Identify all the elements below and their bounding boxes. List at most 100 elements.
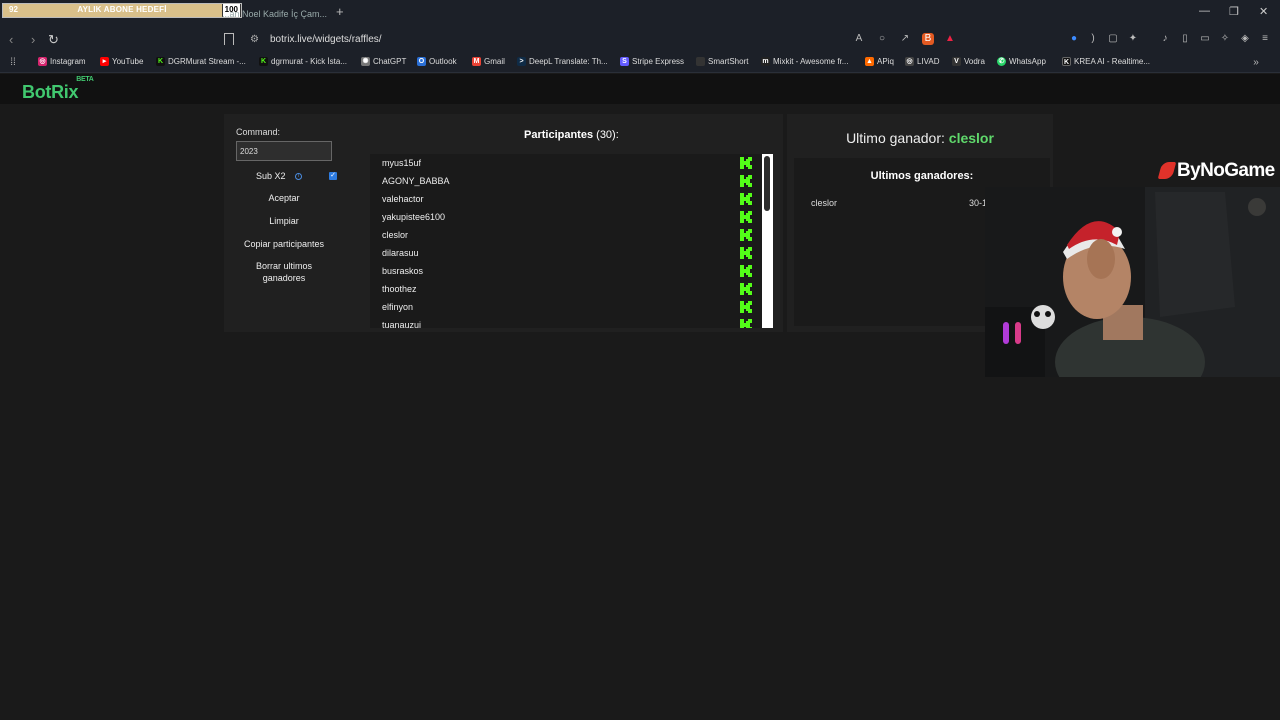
deepl-icon: > [517,57,526,66]
active-tab[interactable]: ...an Noel Kadife İç Çam... [222,5,327,23]
more-bookmarks-icon[interactable]: » [1250,57,1262,69]
back-icon[interactable]: ‹ [9,32,13,47]
bookmark-item[interactable]: M Gmail [472,57,505,66]
bynogame-logo-icon [1157,162,1177,179]
site-header: BotRixBETA [0,74,1280,104]
command-label: Command: [236,127,281,137]
browser-nav-bar: ‹ › ↻ ⚙ botrix.live/widgets/raffles/ A ○… [0,27,1280,53]
forward-icon[interactable]: › [31,32,35,47]
list-item: dilarasuu [382,244,752,262]
sidebar-icon[interactable]: ▯ [1179,33,1191,45]
participants-list[interactable]: myus15uf AGONY_BABBA valehactor yakupist… [370,154,773,328]
close-window-button[interactable]: ✕ [1259,5,1268,18]
bookmark-item[interactable]: ◎ Instagram [38,57,86,66]
info-icon[interactable]: i [295,173,302,180]
zoom-icon[interactable]: ○ [876,33,888,45]
winners-list-title: Ultimos ganadores: [870,170,974,182]
list-item: busraskos [382,262,752,280]
new-tab-button[interactable]: + [336,4,344,19]
participants-scrollbar[interactable] [762,154,773,328]
copy-participants-button[interactable]: Copiar participantes [236,238,332,250]
bookmark-item[interactable]: ✆ WhatsApp [997,57,1046,66]
site-info-icon[interactable]: ⚙ [250,34,259,45]
translate-icon[interactable]: A [853,33,865,45]
delete-last-winners-line2: ganadores [262,273,306,283]
kick-icon: K [156,57,165,66]
accept-button[interactable]: Aceptar [236,192,332,204]
scrollbar-thumb[interactable] [764,156,770,211]
smartshort-icon [696,57,705,66]
kick-icon [740,247,752,259]
list-item: cleslor [382,226,752,244]
kick-icon [740,283,752,295]
apiq-icon: ▲ [865,57,874,66]
botrix-logo[interactable]: BotRixBETA [22,76,96,103]
clear-button[interactable]: Limpiar [236,215,332,227]
apps-grid-icon[interactable]: ⁞⁞ [7,57,19,69]
instagram-icon: ◎ [38,57,47,66]
webcam-feed [985,187,1280,377]
audio-icon[interactable]: ) [1087,33,1099,45]
krea-icon: K [1062,57,1071,66]
youtube-icon: ▸ [100,57,109,66]
kick-icon [740,175,752,187]
stripe-icon: S [620,57,629,66]
bookmark-item[interactable]: O Outlook [417,57,457,66]
menu-icon[interactable]: ≡ [1259,33,1271,45]
list-item: valehactor [382,190,752,208]
subscriber-goal-label: AYLIK ABONE HEDEFİ [77,5,167,14]
outlook-icon: O [417,57,426,66]
share-icon[interactable]: ↗ [899,33,911,45]
sub-x2-checkbox[interactable]: ✓ [329,172,337,180]
bookmark-item[interactable]: S Stripe Express [620,57,684,66]
bookmark-item[interactable]: V Vodra [952,57,985,66]
brave-shield-icon[interactable]: B [922,33,934,45]
browser-tab-bar: 92 AYLIK ABONE HEDEFİ 100 ...an Noel Kad… [0,0,1280,27]
kick-icon [740,211,752,223]
vpn-icon[interactable]: ◈ [1239,33,1251,45]
kick-icon [740,319,752,328]
gmail-icon: M [472,57,481,66]
raffle-panel: Command: Sub X2 i ✓ Aceptar Limpiar Copi… [224,114,783,332]
winner-row-name: cleslor [811,198,838,208]
livad-icon: ◎ [905,57,914,66]
bookmark-item[interactable]: ▸ YouTube [100,57,143,66]
mixkit-icon: m [761,57,770,66]
participants-heading: Participantes (30): [524,129,619,141]
wallet-icon[interactable]: ▭ [1199,33,1211,45]
kick-icon: K [259,57,268,66]
kick-icon [740,193,752,205]
bookmark-item[interactable]: SmartShort [696,57,748,66]
bookmark-item[interactable]: ◎ LIVAD [905,57,940,66]
bookmark-icon[interactable] [224,33,234,45]
kick-icon [740,265,752,277]
list-item: yakupistee6100 [382,208,752,226]
bookmark-item[interactable]: ▲ APiq [865,57,894,66]
delete-last-winners-button[interactable]: Borrar ultimos ganadores [236,260,332,284]
list-item: thoothez [382,280,752,298]
vodra-icon: V [952,57,961,66]
maximize-button[interactable]: ❐ [1229,5,1239,18]
delete-last-winners-line1: Borrar ultimos [255,261,312,271]
reload-icon[interactable]: ↻ [48,32,59,48]
extension-icon[interactable]: ● [1068,33,1080,45]
bookmark-item[interactable]: K KREA AI - Realtime... [1062,57,1150,66]
minimize-button[interactable]: — [1199,5,1210,17]
kick-icon [740,301,752,313]
leo-icon[interactable]: ✧ [1219,33,1231,45]
command-input[interactable] [236,141,332,161]
bookmark-item[interactable]: K DGRMurat Stream -... [156,57,246,66]
list-item: myus15uf [382,154,752,172]
bookmark-item[interactable]: ✺ ChatGPT [361,57,406,66]
whatsapp-icon: ✆ [997,57,1006,66]
bookmark-item[interactable]: m Mixkit - Awesome fr... [761,57,848,66]
screenshot-icon[interactable]: ▢ [1107,33,1119,45]
url-text[interactable]: botrix.live/widgets/raffles/ [270,34,382,45]
kick-icon [740,157,752,169]
brave-rewards-icon[interactable]: ▲ [944,33,956,45]
last-winner-name: cleslor [948,130,994,146]
extensions-icon[interactable]: ✦ [1127,33,1139,45]
bookmark-item[interactable]: > DeepL Translate: Th... [517,57,608,66]
music-icon[interactable]: ♪ [1159,33,1171,45]
bookmark-item[interactable]: Kdgrmurat - Kick İsta... [259,57,347,66]
